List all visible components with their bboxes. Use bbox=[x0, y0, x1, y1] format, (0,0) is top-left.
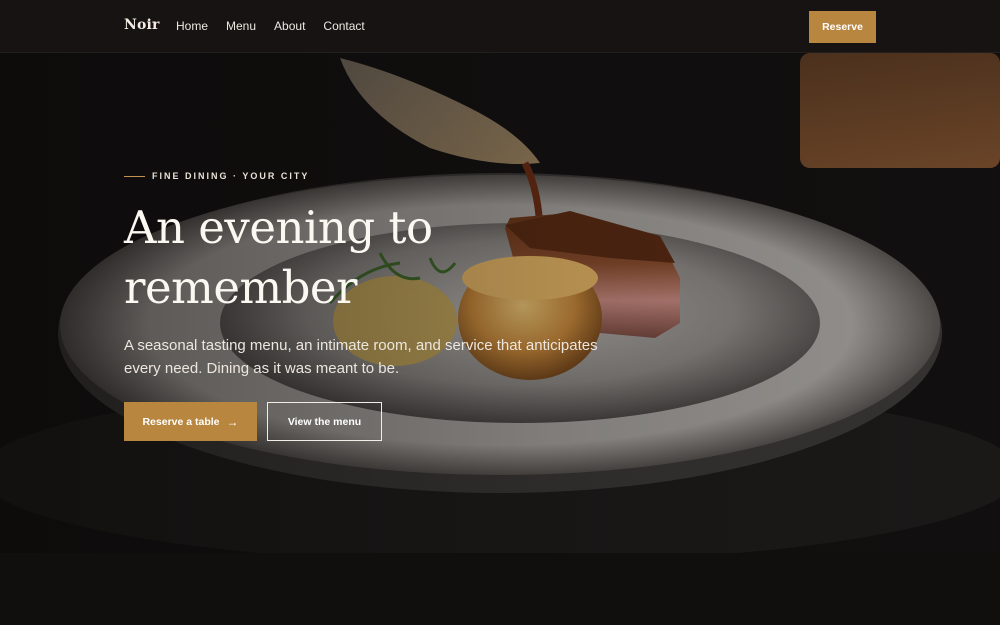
hero-subtext: A seasonal tasting menu, an intimate roo… bbox=[124, 334, 604, 380]
subtext-line-2: every need. Dining as it was meant to be… bbox=[124, 360, 400, 377]
eyebrow-text: FINE DINING · YOUR CITY bbox=[152, 171, 310, 181]
hero-headline: An evening to remember bbox=[124, 198, 604, 318]
reserve-table-button[interactable]: Reserve a table → bbox=[124, 402, 257, 441]
nav-links: Home Menu About Contact bbox=[176, 19, 365, 33]
eyebrow-divider bbox=[124, 175, 145, 177]
view-menu-button[interactable]: View the menu bbox=[267, 402, 382, 441]
brand-logo[interactable]: Noir bbox=[124, 17, 160, 33]
top-nav: Noir Home Menu About Contact Reserve bbox=[0, 0, 1000, 53]
nav-reserve-button[interactable]: Reserve bbox=[809, 11, 876, 43]
nav-link-about[interactable]: About bbox=[274, 19, 305, 33]
below-hero-section bbox=[0, 553, 1000, 625]
nav-link-contact[interactable]: Contact bbox=[323, 19, 364, 33]
hero-eyebrow: FINE DINING · YOUR CITY bbox=[124, 171, 309, 181]
hero-cta-row: Reserve a table → View the menu bbox=[124, 402, 382, 441]
nav-link-menu[interactable]: Menu bbox=[226, 19, 256, 33]
subtext-line-1: A seasonal tasting menu, an intimate roo… bbox=[124, 337, 598, 354]
arrow-right-icon: → bbox=[226, 414, 239, 429]
nav-link-home[interactable]: Home bbox=[176, 19, 208, 33]
reserve-table-label: Reserve a table bbox=[142, 415, 220, 428]
headline-line-2: remember bbox=[124, 261, 358, 314]
headline-line-1: An evening to bbox=[124, 201, 433, 254]
